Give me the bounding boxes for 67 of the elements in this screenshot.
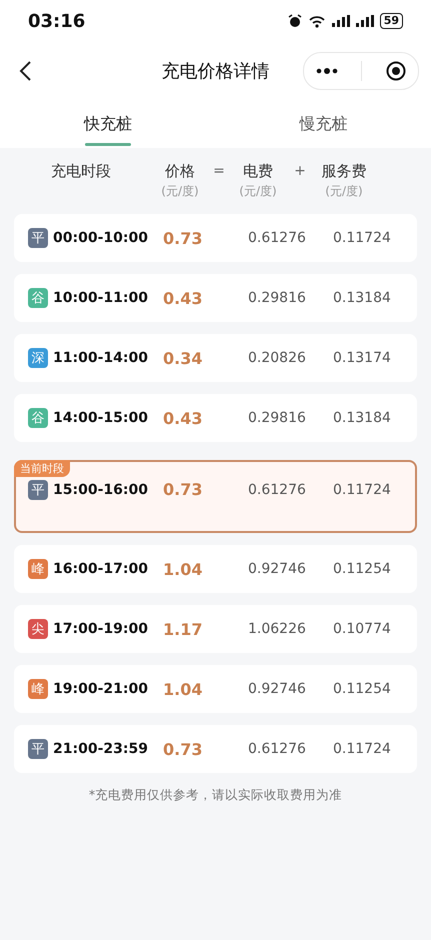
price-value: 0.43 — [163, 408, 204, 428]
equals-sign: = — [212, 162, 226, 181]
price-value: 0.34 — [163, 348, 204, 368]
column-header: 电费 — [243, 161, 273, 182]
electric-fee: 0.29816 — [248, 410, 307, 426]
column-header: 服务费 — [322, 161, 366, 182]
page-title: 充电价格详情 — [162, 60, 270, 83]
price-value: 1.04 — [163, 680, 204, 698]
service-fee: 0.11724 — [333, 482, 392, 498]
tab[interactable]: 慢充桩 — [216, 100, 431, 148]
tier-badge: 谷 — [28, 288, 48, 308]
tier-badge: 尖 — [28, 619, 48, 639]
service-fee: 0.11254 — [333, 561, 392, 577]
electric-fee: 0.29816 — [248, 290, 307, 306]
time-range: 10:00-11:00 — [53, 290, 148, 306]
service-fee: 0.13174 — [333, 350, 392, 366]
column-header: 价格 — [165, 161, 195, 182]
unit-label: (元/度) — [239, 183, 277, 200]
price-value: 0.73 — [163, 228, 204, 248]
footnote: *充电费用仅供参考，请以实际收取费用为准 — [88, 787, 344, 804]
price-value: 0.73 — [163, 480, 204, 499]
wifi-icon — [308, 14, 326, 28]
status-time: 03:16 — [28, 10, 86, 32]
service-fee: 0.11724 — [333, 741, 392, 757]
electric-fee: 0.61276 — [248, 741, 307, 757]
price-value: 1.04 — [163, 560, 204, 578]
more-icon[interactable] — [316, 68, 338, 74]
unit-label: (元/度) — [325, 183, 363, 200]
service-fee: 0.11724 — [333, 230, 392, 246]
time-range: 17:00-19:00 — [53, 621, 148, 637]
back-icon[interactable] — [18, 60, 32, 82]
tab[interactable]: 快充桩 — [0, 100, 216, 148]
tier-badge: 峰 — [28, 679, 48, 699]
time-range: 16:00-17:00 — [53, 561, 148, 577]
tier-badge: 平 — [28, 228, 48, 248]
time-range: 19:00-21:00 — [53, 681, 148, 697]
service-fee: 0.13184 — [333, 290, 392, 306]
plus-sign: + — [293, 162, 307, 181]
price-value: 0.43 — [163, 288, 204, 308]
signal-icon — [356, 15, 374, 27]
electric-fee: 1.06226 — [248, 621, 307, 637]
column-header: 充电时段 — [51, 161, 111, 182]
electric-fee: 0.20826 — [248, 350, 307, 366]
tier-badge: 峰 — [28, 559, 48, 579]
signal-icon — [332, 15, 350, 27]
tier-badge: 深 — [28, 348, 48, 368]
time-range: 11:00-14:00 — [53, 350, 148, 366]
electric-fee: 0.61276 — [248, 230, 307, 246]
electric-fee: 0.92746 — [248, 561, 307, 577]
price-value: 1.17 — [163, 620, 204, 638]
price-value: 0.73 — [163, 740, 204, 758]
tier-badge: 平 — [28, 739, 48, 759]
alarm-icon — [288, 14, 302, 28]
electric-fee: 0.61276 — [248, 482, 307, 498]
tier-badge: 谷 — [28, 408, 48, 428]
service-fee: 0.10774 — [333, 621, 392, 637]
time-range: 21:00-23:59 — [53, 741, 148, 757]
time-range: 15:00-16:00 — [53, 482, 148, 498]
current-period-badge: 当前时段 — [14, 460, 70, 477]
time-range: 00:00-10:00 — [53, 230, 148, 246]
unit-label: (元/度) — [161, 183, 199, 200]
service-fee: 0.11254 — [333, 681, 392, 697]
electric-fee: 0.92746 — [248, 681, 307, 697]
service-fee: 0.13184 — [333, 410, 392, 426]
battery-level: 59 — [380, 13, 403, 29]
tier-badge: 平 — [28, 480, 48, 500]
time-range: 14:00-15:00 — [53, 410, 148, 426]
